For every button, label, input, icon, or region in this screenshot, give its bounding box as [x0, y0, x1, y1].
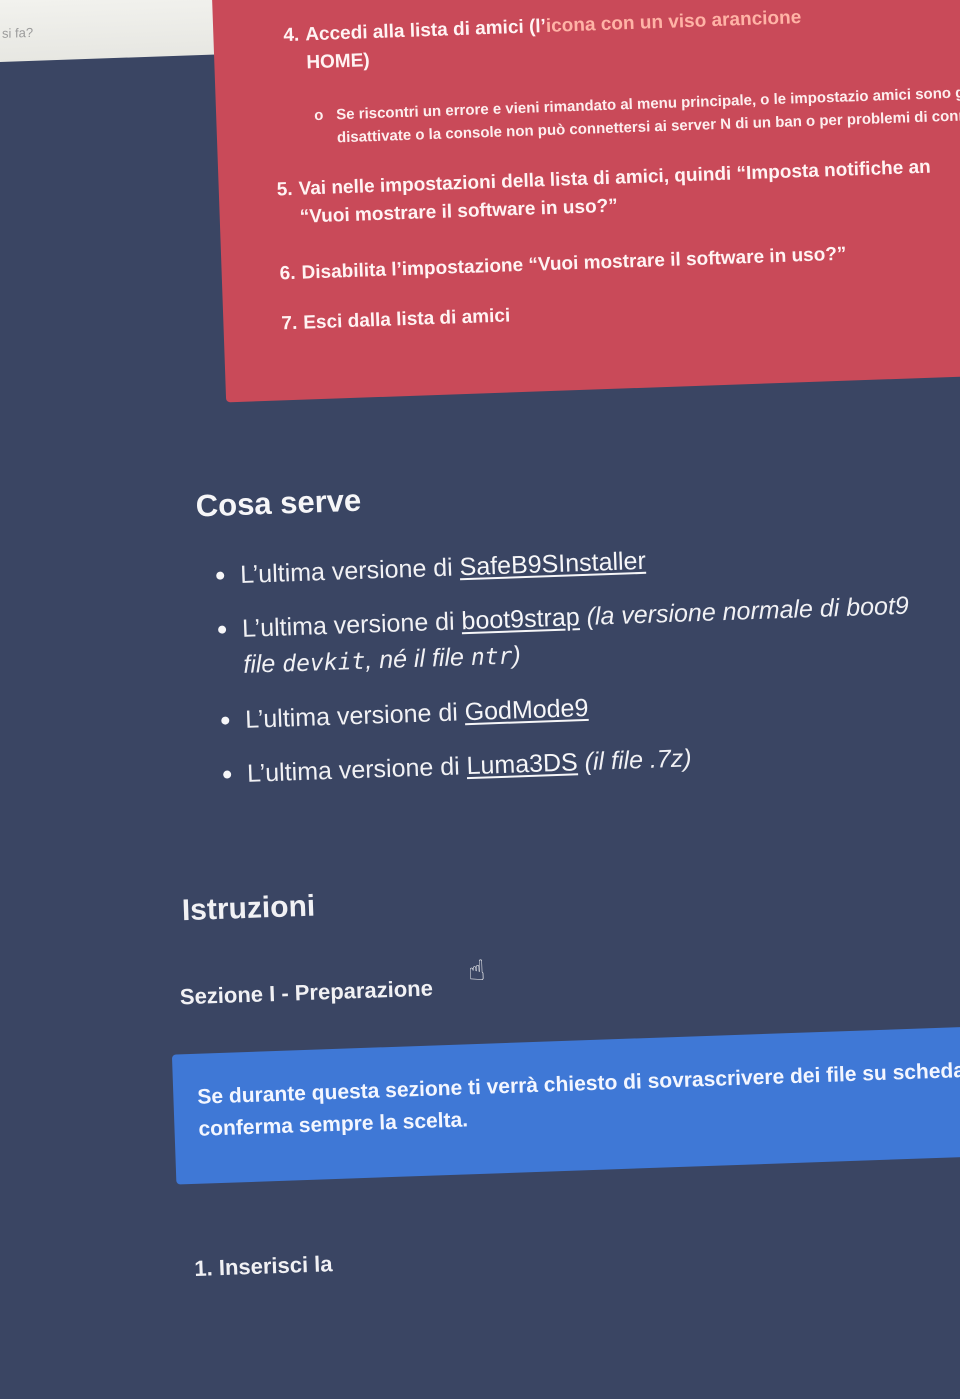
info-box-text: Se durante questa sezione ti verrà chies… — [197, 1057, 960, 1141]
instructions-heading: Istruzioni — [181, 889, 316, 928]
warning-step-5: 5. Vai nelle impostazioni della lista di … — [276, 156, 932, 228]
info-box: Se durante questa sezione ti verrà chies… — [171, 1023, 960, 1185]
page-content: 4. Accedi alla lista di amici (l’icona co… — [0, 0, 960, 1399]
boot9strap-link[interactable]: boot9strap — [461, 603, 580, 635]
hand-cursor-icon: ☝ — [467, 954, 486, 987]
warning-step-7: 7. Esci dalla lista di amici — [281, 305, 511, 335]
requirements-heading: Cosa serve — [195, 482, 362, 524]
warning-step-6: 6. Disabilita l’impostazione “Vuoi mostra… — [279, 243, 847, 285]
safeb9sinstaller-link[interactable]: SafeB9SInstaller — [459, 547, 646, 581]
requirements-list: L’ultima versione di SafeB9SInstaller L’… — [216, 528, 960, 986]
section-heading: Sezione I - Preparazione — [179, 975, 434, 1010]
requirement-item: L’ultima versione di boot9strap (la vers… — [217, 582, 960, 685]
godmode9-link[interactable]: GodMode9 — [464, 694, 589, 726]
warning-box: 4. Accedi alla lista di amici (l’icona co… — [211, 0, 960, 403]
requirement-item: L’ultima versione di Luma3DS (il file .7… — [223, 727, 960, 986]
warning-step-4: 4. Accedi alla lista di amici (l’icona co… — [283, 7, 802, 74]
luma3ds-link[interactable]: Luma3DS — [466, 748, 578, 780]
requirement-item: L’ultima versione di SafeB9SInstaller — [216, 528, 960, 594]
warning-subnote: Se riscontri un errore e vieni rimandato… — [336, 78, 960, 149]
first-step-text: 1. Inserisci la — [193, 1251, 333, 1281]
requirement-item: L’ultima versione di GodMode9 — [221, 673, 960, 739]
